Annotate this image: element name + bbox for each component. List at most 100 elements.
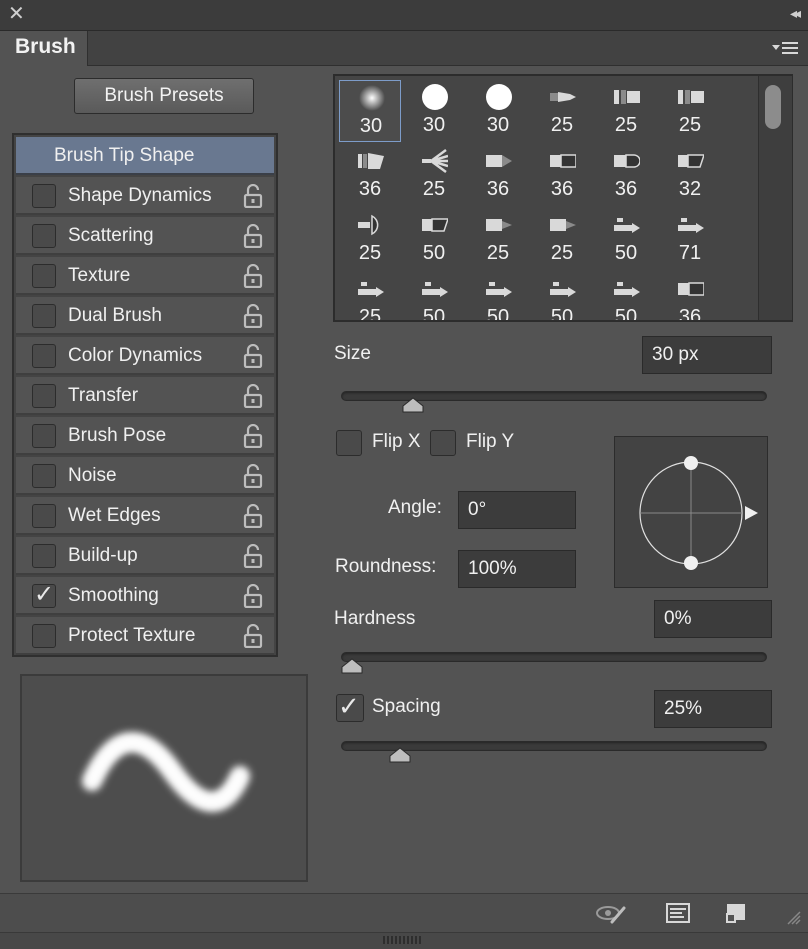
option-brush-pose[interactable]: Brush Pose (16, 417, 274, 455)
tab-brush[interactable]: Brush (0, 31, 88, 66)
spacing-slider-thumb[interactable] (389, 747, 411, 763)
option-build-up[interactable]: Build-up (16, 537, 274, 575)
lock-icon[interactable] (242, 223, 264, 249)
lock-icon[interactable] (242, 623, 264, 649)
roundness-field[interactable]: 100% (458, 550, 576, 588)
lock-icon[interactable] (242, 503, 264, 529)
option-scattering[interactable]: Scattering (16, 217, 274, 255)
brush-presets-button[interactable]: Brush Presets (74, 78, 254, 114)
option-checkbox[interactable] (32, 344, 56, 368)
brush-tip-cell[interactable]: 25 (403, 144, 465, 206)
brush-tip-cell[interactable]: 71 (659, 208, 721, 270)
option-checkbox[interactable] (32, 504, 56, 528)
resize-grip-icon[interactable] (786, 910, 802, 926)
panel-menu-icon[interactable] (772, 39, 798, 57)
lock-icon[interactable] (242, 303, 264, 329)
brush-tip-cell[interactable]: 50 (531, 272, 593, 320)
lock-icon[interactable] (242, 463, 264, 489)
option-texture[interactable]: Texture (16, 257, 274, 295)
brush-tip-fan-tip-icon (358, 212, 384, 238)
lock-icon[interactable] (242, 423, 264, 449)
brush-tip-cell[interactable]: 50 (403, 272, 465, 322)
option-checkbox[interactable] (32, 304, 56, 328)
brush-tip-cell[interactable]: 32 (659, 144, 721, 206)
brush-size-label: 50 (422, 306, 446, 322)
option-transfer[interactable]: Transfer (16, 377, 274, 415)
brush-tip-cell[interactable]: 50 (403, 208, 465, 270)
brush-tip-cell[interactable]: 25 (339, 208, 401, 270)
option-noise[interactable]: Noise (16, 457, 274, 495)
angle-field[interactable]: 0° (458, 491, 576, 529)
size-field[interactable]: 30 px (642, 336, 772, 374)
brush-tip-cell[interactable]: 36 (339, 144, 401, 206)
spacing-checkbox[interactable]: ✓ (336, 691, 364, 722)
visibility-brush-icon[interactable] (596, 900, 626, 926)
brush-tip-cell[interactable]: 25 (467, 208, 529, 270)
brush-tip-cell[interactable]: 36 (467, 144, 529, 206)
grid-scrollbar-thumb[interactable] (765, 85, 781, 129)
option-checkbox[interactable]: ✓ (32, 581, 56, 608)
lock-icon[interactable] (242, 383, 264, 409)
option-checkbox[interactable] (32, 544, 56, 568)
brush-tip-cell[interactable]: 50 (595, 208, 657, 270)
brush-editor-icon[interactable] (664, 900, 694, 926)
brush-tip-marker-tip-icon (486, 276, 512, 302)
brush-tip-angle-tip-icon (678, 148, 706, 174)
option-shape-dynamics[interactable]: Shape Dynamics (16, 177, 274, 215)
panel-bottom-grip[interactable] (0, 932, 808, 949)
flip-y-label: Flip Y (466, 431, 515, 452)
brush-tip-marker-tip-icon (550, 276, 576, 302)
angle-roundness-widget[interactable] (614, 436, 768, 588)
flip-x-checkbox[interactable] (336, 430, 362, 456)
hardness-slider-thumb[interactable] (341, 658, 363, 674)
brush-size-label: 25 (358, 306, 382, 322)
brush-tip-cell[interactable]: 30 (403, 80, 465, 142)
option-dual-brush[interactable]: Dual Brush (16, 297, 274, 335)
hardness-slider-track[interactable] (341, 652, 767, 662)
option-label: Brush Tip Shape (54, 145, 195, 166)
option-label: Build-up (68, 545, 138, 566)
brush-tip-cell[interactable]: 25 (531, 80, 593, 142)
brush-tip-cell[interactable]: 25 (339, 272, 401, 322)
brush-tip-cell[interactable]: 25 (531, 208, 593, 270)
option-label: Dual Brush (68, 305, 162, 326)
option-checkbox[interactable] (32, 624, 56, 648)
hardness-field[interactable]: 0% (654, 600, 772, 638)
brush-tip-cell[interactable]: 25 (659, 80, 721, 142)
option-checkbox[interactable] (32, 264, 56, 288)
lock-icon[interactable] (242, 343, 264, 369)
option-checkbox[interactable] (32, 464, 56, 488)
spacing-field[interactable]: 25% (654, 690, 772, 728)
brush-size-label: 50 (486, 306, 510, 322)
flip-y-checkbox[interactable] (430, 430, 456, 456)
option-checkbox[interactable] (32, 184, 56, 208)
close-icon[interactable]: ✕ (8, 4, 25, 24)
brush-tip-angle-tip-icon (422, 212, 450, 238)
lock-icon[interactable] (242, 543, 264, 569)
option-checkbox[interactable] (32, 384, 56, 408)
brush-tip-cell[interactable]: 50 (595, 272, 657, 320)
lock-icon[interactable] (242, 183, 264, 209)
brush-tip-cell[interactable]: 30 (339, 80, 401, 142)
brush-tip-cell[interactable]: 36 (659, 272, 721, 322)
option-checkbox[interactable] (32, 424, 56, 448)
brush-tip-cell[interactable]: 36 (595, 144, 657, 206)
option-wet-edges[interactable]: Wet Edges (16, 497, 274, 535)
brush-tip-cell[interactable]: 25 (595, 80, 657, 142)
lock-icon[interactable] (242, 583, 264, 609)
option-protect-texture[interactable]: Protect Texture (16, 617, 274, 655)
brush-size-label: 36 (678, 306, 702, 322)
option-brush-tip-shape[interactable]: Brush Tip Shape (16, 137, 274, 175)
size-slider-thumb[interactable] (402, 397, 424, 413)
option-smoothing[interactable]: ✓ Smoothing (16, 577, 274, 615)
brush-tip-cell[interactable]: 50 (467, 272, 529, 322)
option-checkbox[interactable] (32, 224, 56, 248)
brush-tip-cell[interactable]: 36 (531, 144, 593, 206)
collapse-icon[interactable]: ◂◂ (790, 5, 801, 22)
brush-size-label: 36 (550, 178, 574, 200)
option-color-dynamics[interactable]: Color Dynamics (16, 337, 274, 375)
lock-icon[interactable] (242, 263, 264, 289)
new-preset-icon[interactable] (722, 900, 752, 926)
tab-bar (0, 31, 808, 66)
brush-tip-cell[interactable]: 30 (467, 80, 529, 142)
